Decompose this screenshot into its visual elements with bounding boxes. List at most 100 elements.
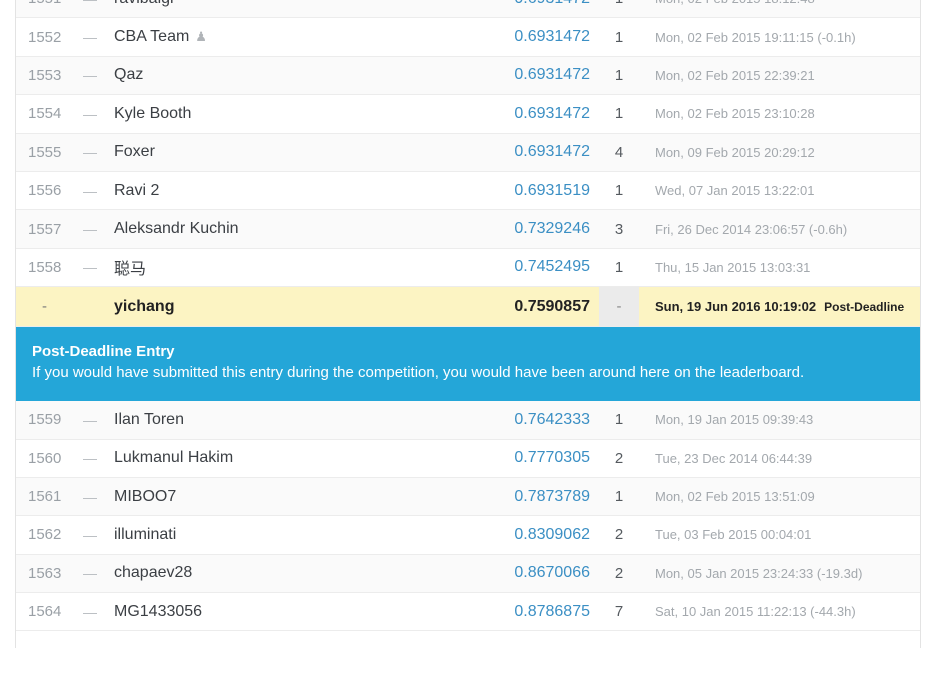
score[interactable]: 0.8309062 [456,516,590,553]
team-name[interactable]: MG1433056 [114,593,444,630]
team-name[interactable]: chapaev28 [114,555,444,592]
team-name-text[interactable]: Ravi 2 [114,182,159,200]
rank-delta: — [83,488,97,505]
entries-count: 1 [602,0,636,17]
team-name[interactable]: MIBOO7 [114,478,444,515]
rank-delta: — [83,144,97,161]
team-name-text[interactable]: illuminati [114,526,176,544]
score[interactable]: 0.6931519 [456,172,590,209]
rank: 1551 [28,0,84,17]
table-row[interactable]: 1557 — Aleksandr Kuchin 0.7329246 3 Fri,… [16,210,920,249]
score[interactable]: 0.6931472 [456,95,590,132]
team-name[interactable]: Ilan Toren [114,401,444,438]
table-row[interactable]: 1552 — CBA Team ♟ 0.6931472 1 Mon, 02 Feb… [16,18,920,57]
last-submission: Fri, 26 Dec 2014 23:06:57 (-0.6h) [655,221,848,237]
post-deadline-entry-row[interactable]: - yichang 0.7590857 - Sun, 19 Jun 2016 1… [16,287,920,328]
table-row[interactable]: 1554 — Kyle Booth 0.6931472 1 Mon, 02 Fe… [16,95,920,134]
post-deadline-banner: Post-Deadline Entry If you would have su… [16,327,920,402]
score[interactable]: 0.6931472 [456,134,590,171]
team-name-text[interactable]: 聪马 [114,255,146,279]
table-row[interactable]: 1551 — ravibaigi 0.6931472 1 Mon, 02 Feb… [16,0,920,19]
score[interactable]: 0.7329246 [456,210,590,247]
team-name[interactable]: Kyle Booth [114,95,444,132]
score[interactable]: 0.6931472 [456,0,590,17]
table-row[interactable]: 1555 — Foxer 0.6931472 4 Mon, 09 Feb 201… [16,133,920,172]
last-submission: Mon, 02 Feb 2015 22:39:21 [655,67,815,83]
rank: 1561 [28,488,62,506]
entries-count: 2 [614,564,624,582]
score[interactable]: 0.6931472 [456,18,590,55]
last-submission: Mon, 09 Feb 2015 20:29:12 [655,144,815,160]
last-submission: Mon, 19 Jan 2015 09:39:43 [655,412,814,428]
last-submission: Thu, 15 Jan 2015 13:03:31 [655,259,811,275]
team-name[interactable]: CBA Team ♟ [114,18,444,55]
team-name-text[interactable]: ravibaigi [114,0,174,8]
rank: 1562 [28,526,62,544]
rank-delta: — [83,221,97,238]
score[interactable]: 0.6931472 [456,57,590,94]
team-name-text[interactable]: chapaev28 [114,564,192,582]
entries-count: 3 [614,220,624,238]
banner-message: If you would have submitted this entry d… [32,364,805,382]
team-name[interactable]: Foxer [114,134,444,171]
score[interactable]: 0.7642333 [456,401,590,438]
leaderboard-rows: 1551 — ravibaigi 0.6931472 1 Mon, 02 Feb… [16,0,920,632]
rank: 1558 [28,258,62,276]
team-name-text[interactable]: Qaz [114,66,143,84]
rank: 1552 [28,28,62,46]
team-name-text[interactable]: Ilan Toren [114,411,184,429]
post-deadline-tag: Post-Deadline [824,299,905,314]
last-submission: Sun, 19 Jun 2016 10:19:02 Post-Deadline [655,287,915,326]
team-name[interactable]: Lukmanul Hakim [114,440,444,477]
table-row[interactable]: 1559 — Ilan Toren 0.7642333 1 Mon, 19 Ja… [16,401,920,440]
team-name-text[interactable]: CBA Team [114,28,189,46]
score[interactable]: 0.7873789 [456,478,590,515]
team-name[interactable]: Ravi 2 [114,172,444,209]
score[interactable]: 0.7770305 [456,440,590,477]
table-row[interactable]: 1564 — MG1433056 0.8786875 7 Sat, 10 Jan… [16,593,920,632]
table-row[interactable]: 1563 — chapaev28 0.8670066 2 Mon, 05 Jan… [16,554,920,594]
team-name-text[interactable]: Lukmanul Hakim [114,449,233,467]
table-row[interactable]: 1560 — Lukmanul Hakim 0.7770305 2 Tue, 2… [16,439,920,478]
score[interactable]: 0.7452495 [456,249,590,286]
rank-delta: — [83,565,97,582]
last-submission: Wed, 07 Jan 2015 13:22:01 [655,183,815,199]
last-submission: Mon, 02 Feb 2015 13:51:09 [655,489,815,505]
team-name-text[interactable]: yichang [114,298,174,316]
rank-delta: — [83,526,97,543]
table-row[interactable]: 1561 — MIBOO7 0.7873789 1 Mon, 02 Feb 20… [16,477,920,517]
entries-count: 1 [614,66,624,84]
rank: 1560 [28,449,62,467]
rank-delta: — [80,0,100,17]
score[interactable]: 0.8670066 [456,555,590,592]
rank-delta: — [83,603,97,620]
team-name[interactable]: Qaz [114,57,444,94]
entries-count: 1 [614,105,624,123]
table-row[interactable]: 1556 — Ravi 2 0.6931519 1 Wed, 07 Jan 20… [16,171,920,211]
last-submission: Mon, 02 Feb 2015 23:10:28 [655,106,815,122]
rank: 1553 [28,66,62,84]
rank-delta: — [83,67,97,84]
team-name-text[interactable]: Foxer [114,143,155,161]
team-name-text[interactable]: Aleksandr Kuchin [114,220,239,238]
team-name[interactable]: ravibaigi [114,0,444,17]
team-name[interactable]: illuminati [114,516,444,553]
team-name-text[interactable]: MIBOO7 [114,488,176,506]
team-name[interactable]: 聪马 [114,249,444,286]
last-submission: Tue, 03 Feb 2015 00:04:01 [655,527,812,543]
team-name[interactable]: yichang [114,287,444,326]
rank-delta: — [83,29,97,46]
team-name[interactable]: Aleksandr Kuchin [114,210,444,247]
table-row[interactable]: 1558 — 聪马 0.7452495 1 Thu, 15 Jan 2015 1… [16,248,920,288]
score[interactable]: 0.8786875 [456,593,590,630]
team-name-text[interactable]: MG1433056 [114,603,202,621]
table-row[interactable]: 1562 — illuminati 0.8309062 2 Tue, 03 Fe… [16,516,920,555]
entries-count: 4 [614,143,624,161]
last-submission: Tue, 23 Dec 2014 06:44:39 [655,450,813,466]
rank-delta: — [83,182,97,199]
rank: 1557 [28,220,62,238]
table-row[interactable]: 1553 — Qaz 0.6931472 1 Mon, 02 Feb 2015 … [16,56,920,96]
entries-count: 1 [614,411,624,429]
team-name-text[interactable]: Kyle Booth [114,105,191,123]
entries-count: 1 [614,182,624,200]
